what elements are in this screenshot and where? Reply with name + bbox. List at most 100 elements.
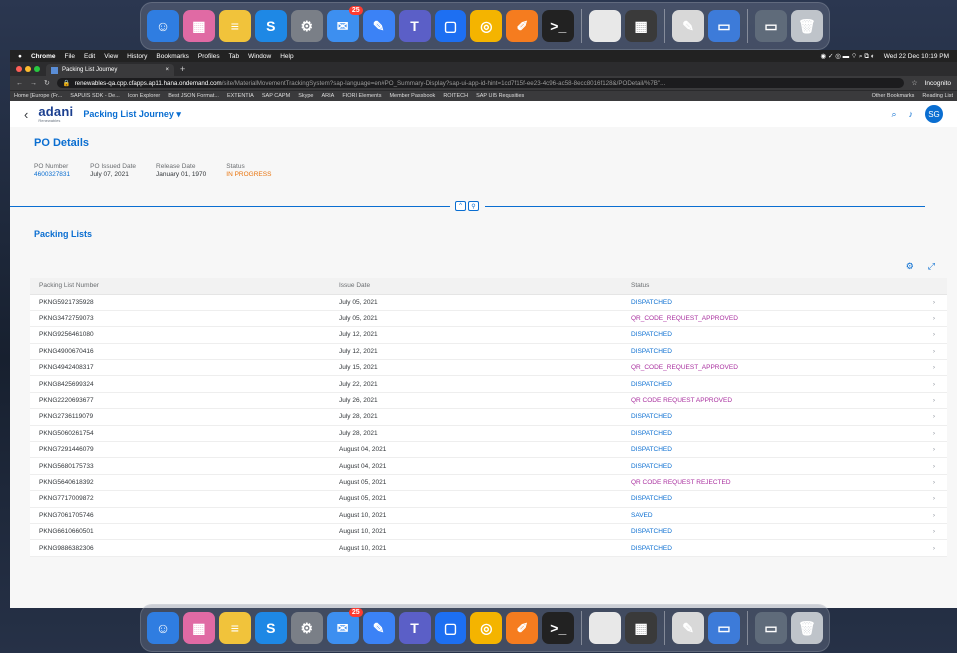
bookmark-item[interactable]: Other Bookmarks [872,93,915,99]
pin-header-button[interactable]: ⚲ [468,201,479,211]
menu-item[interactable]: Bookmarks [156,53,189,60]
table-row[interactable]: PKNG4942408317 July 15, 2021 QR_CODE_REQUE… [30,359,947,377]
notes-icon[interactable]: ≡ [218,612,251,644]
notes-icon[interactable]: ≡ [218,10,251,42]
finder-window-icon[interactable]: ▭ [708,612,740,644]
bookmark-item[interactable]: Icon Explorer [128,93,160,99]
apple-icon[interactable]: ● [18,53,22,60]
launchpad-icon[interactable]: ▦ [182,612,215,644]
preview-icon[interactable]: ✎ [672,612,705,644]
terminal-icon[interactable]: >_ [542,10,575,42]
teams-icon[interactable]: T [398,10,431,42]
column-header[interactable]: Issue Date [330,278,622,295]
table-row[interactable]: PKNG9256461080 July 12, 2021 DISPATCHED › [30,326,947,344]
chrome-icon[interactable]: ◎ [470,10,503,42]
table-row[interactable]: PKNG3472759073 July 05, 2021 QR_CODE_REQUE… [30,310,947,328]
editor-icon[interactable]: ✐ [506,612,539,644]
minimize-window-icon[interactable] [25,66,31,72]
chevron-right-icon[interactable]: › [917,310,947,328]
chevron-right-icon[interactable]: › [917,523,947,541]
sap-icon[interactable]: S [254,10,287,42]
table-row[interactable]: PKNG5680175733 August 04, 2021 DISPATCHED › [30,457,947,475]
chevron-right-icon[interactable]: › [917,539,947,557]
calculator-icon[interactable]: ▦ [625,10,658,42]
column-header[interactable]: Packing List Number [30,278,330,295]
calculator-icon[interactable]: ▦ [625,612,658,644]
teams-icon[interactable]: T [398,612,431,644]
bookmark-item[interactable]: SAPUIS SDK - De... [70,93,120,99]
bookmark-item[interactable]: EXTENTIA [227,93,254,99]
launchpad-icon[interactable]: ▦ [182,10,215,42]
webex-icon[interactable]: ▢ [434,10,467,42]
finder-icon[interactable]: ☺ [147,612,179,644]
chevron-right-icon[interactable]: › [917,408,947,426]
table-row[interactable]: PKNG4900670416 July 12, 2021 DISPATCHED › [30,343,947,361]
menu-item[interactable]: Profiles [198,53,220,60]
chevron-right-icon[interactable]: › [917,490,947,508]
window-icon[interactable]: ▭ [755,10,787,42]
bookmark-item[interactable]: Reading List [922,93,953,99]
back-arrow-icon[interactable]: ← [16,80,23,87]
collapse-header-button[interactable]: ^ [455,201,466,211]
reload-icon[interactable]: ↻ [44,79,50,87]
finder-icon[interactable]: ☺ [147,10,179,42]
bookmark-item[interactable]: FIORI Elements [342,93,381,99]
chevron-right-icon[interactable]: › [917,474,947,492]
finder-window-icon[interactable]: ▭ [708,10,740,42]
table-row[interactable]: PKNG5640618392 August 05, 2021 QR CODE REQ… [30,474,947,492]
settings-icon[interactable]: ⚙ [290,612,323,644]
file-icon[interactable] [589,10,622,42]
table-row[interactable]: PKNG9886382306 August 10, 2021 DISPATCHED › [30,539,947,557]
bookmark-item[interactable]: Home [Europe (Fr... [14,93,62,99]
star-icon[interactable]: ☆ [911,79,917,87]
chevron-right-icon[interactable]: › [917,294,947,311]
table-row[interactable]: PKNG6610660501 August 10, 2021 DISPATCHED › [30,523,947,541]
menu-item[interactable]: View [104,53,118,60]
menu-item[interactable]: Chrome [31,53,56,60]
status-icons[interactable]: ◉ ✓ ◎ ▬ ⌔ ⌕ ⧉ ◐ [820,51,874,61]
trash-icon[interactable]: 🗑 [790,10,823,42]
bookmark-item[interactable]: Member Passbook [389,93,435,99]
table-row[interactable]: PKNG5060261754 July 28, 2021 DISPATCHED › [30,425,947,443]
forward-arrow-icon[interactable]: → [30,80,37,87]
menu-item[interactable]: File [65,53,75,60]
chevron-right-icon[interactable]: › [917,425,947,443]
chevron-right-icon[interactable]: › [917,359,947,377]
bookmark-item[interactable]: ROITECH [443,93,468,99]
menu-item[interactable]: Edit [84,53,95,60]
settings-icon[interactable]: ⚙ [290,10,323,42]
notification-bell-icon[interactable]: ♪ [909,109,914,119]
bookmark-item[interactable]: SAP UI5 Requsities [476,93,524,99]
sap-icon[interactable]: S [254,612,287,644]
chevron-right-icon[interactable]: › [917,507,947,524]
bookmark-item[interactable]: Skype [298,93,313,99]
tab-close-icon[interactable]: × [165,67,169,73]
table-row[interactable]: PKNG5921735928 July 05, 2021 DISPATCHED › [30,294,947,311]
maximize-window-icon[interactable] [34,66,40,72]
mail-icon[interactable]: ✉ 25 [326,6,363,42]
browser-tab[interactable]: Packing List Journey × [46,64,174,76]
trash-icon[interactable]: 🗑 [790,612,823,644]
incognito-badge[interactable]: Incognito [925,80,951,87]
settings-icon[interactable]: ⚙ [906,261,914,272]
url-field[interactable]: 🔒 renewables-qa.cpp.cfapps.ap11.hana.ond… [56,78,905,88]
preview-icon[interactable]: ✎ [672,10,705,42]
table-row[interactable]: PKNG7291446079 August 04, 2021 DISPATCHED › [30,441,947,459]
table-row[interactable]: PKNG8425699324 July 22, 2021 DISPATCHED › [30,375,947,393]
search-icon[interactable]: ⌕ [891,109,896,120]
bookmark-item[interactable]: Best JSON Format... [168,93,219,99]
editor-icon[interactable]: ✐ [506,10,539,42]
menu-item[interactable]: Help [280,53,293,60]
chevron-right-icon[interactable]: › [917,326,947,344]
new-tab-button[interactable]: + [180,64,185,74]
menu-item[interactable]: History [127,53,147,60]
avatar[interactable]: SG [925,105,943,123]
close-window-icon[interactable] [16,66,22,72]
menu-item[interactable]: Window [248,53,271,60]
webex-icon[interactable]: ▢ [434,612,467,644]
window-icon[interactable]: ▭ [755,612,787,644]
chevron-right-icon[interactable]: › [917,343,947,361]
chevron-right-icon[interactable]: › [917,392,947,410]
column-header[interactable]: Status [622,278,917,295]
chevron-right-icon[interactable]: › [917,457,947,475]
